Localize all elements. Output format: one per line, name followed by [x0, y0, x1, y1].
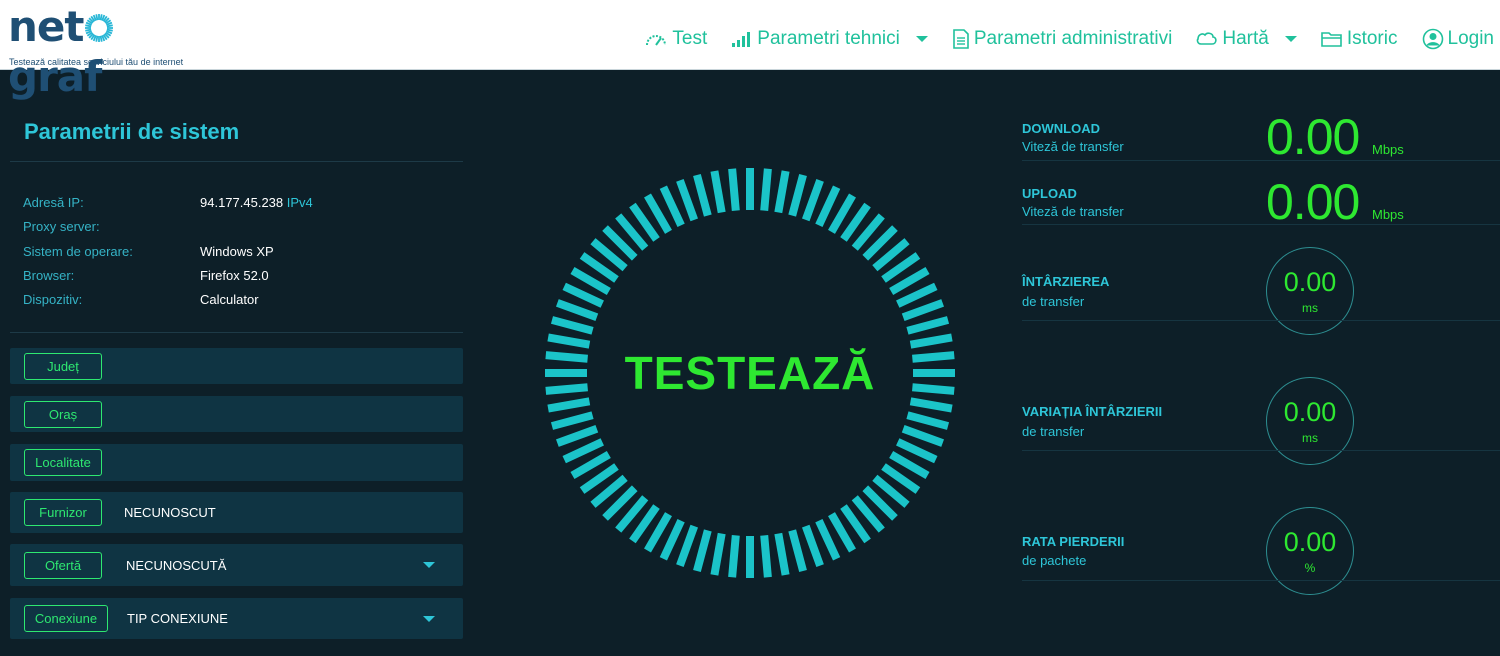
- info-label: Proxy server:: [23, 219, 100, 235]
- jitter-title: VARIAȚIA ÎNTÂRZIERII: [1022, 404, 1163, 419]
- main-nav: Test Parametri tehnici Parametri adminis…: [620, 28, 1494, 50]
- divider: [1022, 580, 1500, 581]
- nav-login[interactable]: Login: [1422, 28, 1495, 50]
- connection-tag: Conexiune: [24, 605, 108, 632]
- nav-test[interactable]: Test: [644, 28, 707, 50]
- provider-field[interactable]: Furnizor NECUNOSCUT: [10, 492, 463, 533]
- upload-unit: Mbps: [1372, 207, 1404, 222]
- download-value: 0.00: [1266, 109, 1360, 165]
- offer-select[interactable]: Ofertă NECUNOSCUTĂ: [10, 544, 463, 586]
- jitter-circle: 0.00 ms: [1266, 377, 1354, 465]
- logo-tick: [95, 35, 99, 42]
- locality-field[interactable]: Localitate: [10, 444, 463, 481]
- document-icon: [953, 29, 969, 49]
- logo-tick: [107, 28, 114, 32]
- logo-tick: [95, 14, 99, 21]
- latency-value: 0.00: [1283, 267, 1337, 297]
- divider: [1022, 450, 1500, 451]
- jitter-subtitle: de transfer: [1022, 424, 1085, 439]
- county-field[interactable]: Județ: [10, 348, 463, 384]
- download-title: DOWNLOAD: [1022, 121, 1100, 136]
- offer-tag: Ofertă: [24, 551, 102, 579]
- ip-address: 94.177.45.238 IPv4: [200, 195, 313, 210]
- provider-tag: Furnizor: [24, 499, 102, 526]
- browser-value: Firefox 52.0: [200, 267, 269, 283]
- nav-admin-params[interactable]: Parametri administrativi: [952, 28, 1173, 50]
- chevron-down-icon[interactable]: [423, 615, 435, 622]
- download-unit: Mbps: [1372, 142, 1404, 157]
- bar-chart-icon: [732, 32, 751, 47]
- latency-subtitle: de transfer: [1022, 294, 1085, 309]
- loss-title: RATA PIERDERII: [1022, 534, 1125, 549]
- locality-tag: Localitate: [24, 449, 102, 476]
- county-tag: Județ: [24, 352, 102, 380]
- top-header: netgraf Testează calitatea serviciului t…: [0, 0, 1500, 101]
- latency-unit: ms: [1302, 301, 1318, 315]
- latency-title: ÎNTÂRZIEREA: [1022, 274, 1110, 289]
- nav-map-label: Hartă: [1222, 28, 1269, 49]
- logo-tick: [100, 14, 104, 21]
- chevron-down-icon[interactable]: [915, 36, 928, 42]
- divider: [1022, 224, 1500, 225]
- jitter-value: 0.00: [1283, 397, 1337, 427]
- loss-unit: %: [1304, 561, 1316, 575]
- logo-tick: [85, 28, 92, 32]
- provider-value: NECUNOSCUT: [124, 505, 216, 520]
- jitter-unit: ms: [1302, 431, 1318, 445]
- chevron-down-icon[interactable]: [423, 562, 435, 568]
- nav-map[interactable]: Hartă: [1196, 28, 1297, 50]
- connection-value: TIP CONEXIUNE: [127, 611, 228, 626]
- divider: [10, 332, 463, 333]
- info-label: Sistem de operare:: [23, 243, 133, 259]
- city-field[interactable]: Oraș: [10, 396, 463, 432]
- netograf-logo[interactable]: netgraf Testează calitatea serviciului t…: [8, 2, 208, 101]
- logo-tick: [107, 24, 114, 28]
- map-icon: [1196, 32, 1218, 45]
- nav-admin-label: Parametri administrativi: [973, 28, 1173, 49]
- user-icon: [1422, 28, 1443, 50]
- info-label: Dispozitiv:: [23, 292, 83, 308]
- speedometer-icon: [646, 35, 667, 46]
- logo-tagline: Testează calitatea serviciului tău de in…: [9, 57, 184, 67]
- system-panel: Parametrii de sistem Adresă IP: 94.177.4…: [10, 71, 463, 656]
- logo-tick: [100, 35, 104, 42]
- divider: [1022, 160, 1500, 161]
- city-tag: Oraș: [24, 400, 102, 428]
- nav-history-label: Istoric: [1346, 28, 1398, 49]
- start-test-button[interactable]: TESTEAZĂ: [540, 163, 960, 583]
- divider: [10, 161, 463, 162]
- loss-subtitle: de pachete: [1022, 553, 1087, 568]
- nav-login-label: Login: [1447, 28, 1495, 49]
- system-title: Parametrii de sistem: [24, 119, 240, 144]
- loss-value: 0.00: [1283, 527, 1337, 557]
- download-subtitle: Viteză de transfer: [1022, 139, 1124, 154]
- ip-version: IPv4: [286, 195, 313, 210]
- info-label: Adresă IP:: [23, 195, 84, 210]
- device-value: Calculator: [200, 292, 259, 308]
- offer-value: NECUNOSCUTĂ: [126, 557, 227, 573]
- start-test-label: TESTEAZĂ: [624, 347, 876, 399]
- loss-circle: 0.00 %: [1266, 507, 1354, 595]
- info-label: Browser:: [23, 267, 75, 283]
- nav-history[interactable]: Istoric: [1321, 28, 1398, 50]
- latency-circle: 0.00 ms: [1266, 247, 1354, 335]
- upload-value: 0.00: [1266, 174, 1360, 230]
- os-value: Windows XP: [200, 243, 274, 259]
- logo-tick: [85, 24, 92, 28]
- nav-tech-params[interactable]: Parametri tehnici: [731, 28, 928, 50]
- upload-subtitle: Viteză de transfer: [1022, 204, 1124, 219]
- connection-select[interactable]: Conexiune TIP CONEXIUNE: [10, 598, 463, 639]
- chevron-down-icon[interactable]: [1284, 36, 1297, 42]
- nav-tech-label: Parametri tehnici: [757, 28, 900, 49]
- divider: [1022, 320, 1500, 321]
- nav-test-label: Test: [672, 28, 708, 49]
- upload-title: UPLOAD: [1022, 186, 1077, 201]
- folder-icon: [1321, 32, 1342, 47]
- logo-gauge-icon: [85, 14, 114, 42]
